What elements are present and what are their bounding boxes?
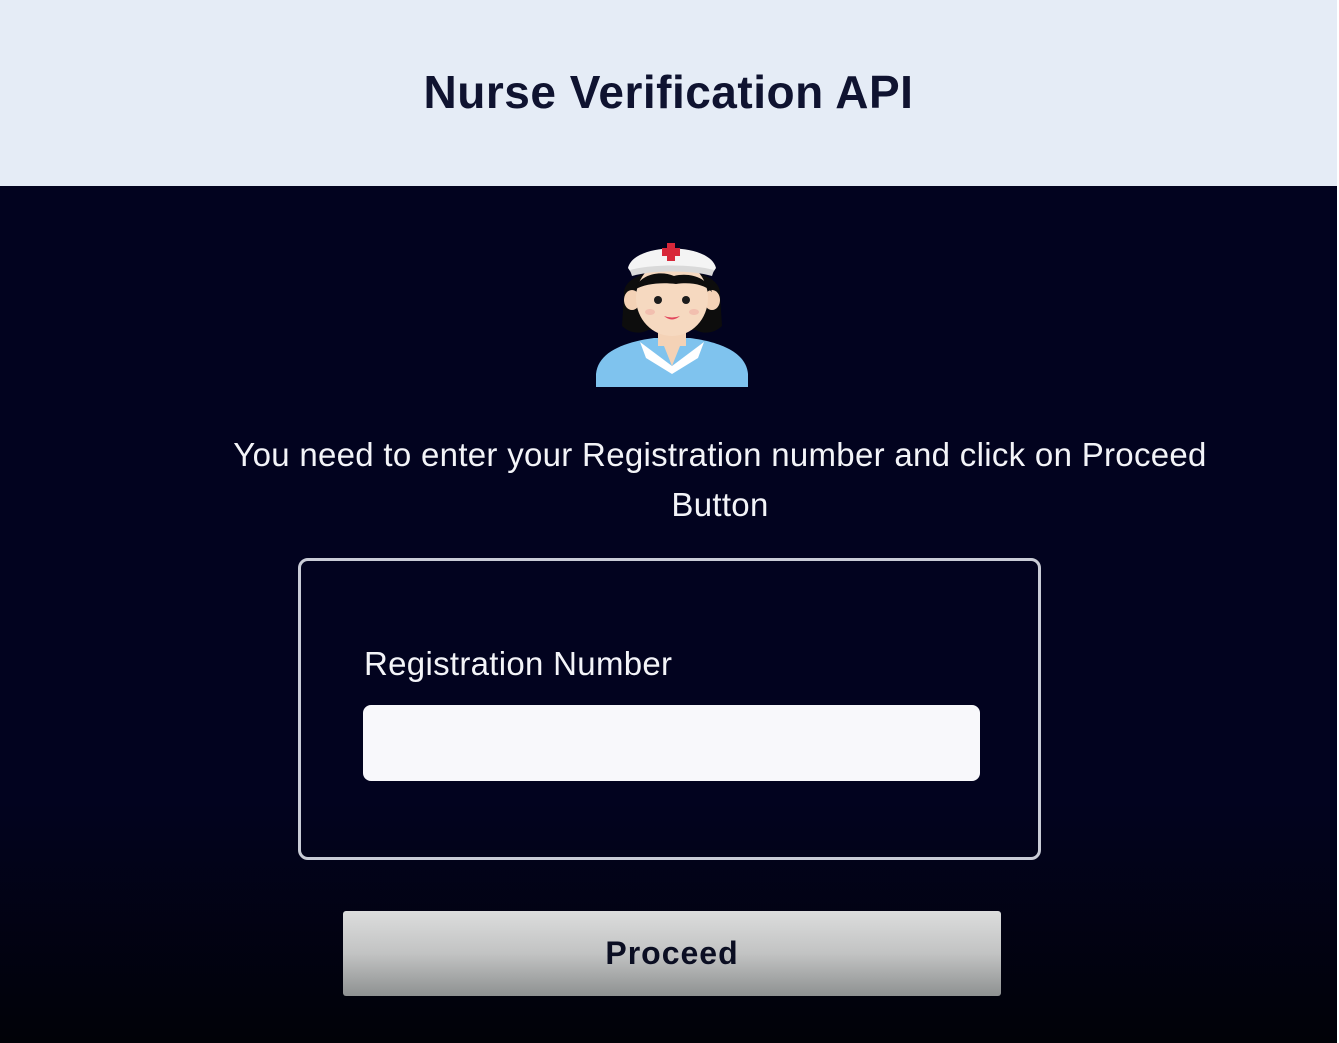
registration-number-input[interactable] bbox=[363, 705, 980, 781]
instructions-text: You need to enter your Registration numb… bbox=[233, 436, 1207, 523]
page-title: Nurse Verification API bbox=[423, 66, 914, 118]
registration-number-label: Registration Number bbox=[364, 645, 673, 682]
page-header: Nurse Verification API bbox=[0, 0, 1337, 186]
proceed-button[interactable]: Proceed bbox=[343, 911, 1001, 996]
nurse-icon bbox=[596, 243, 748, 387]
